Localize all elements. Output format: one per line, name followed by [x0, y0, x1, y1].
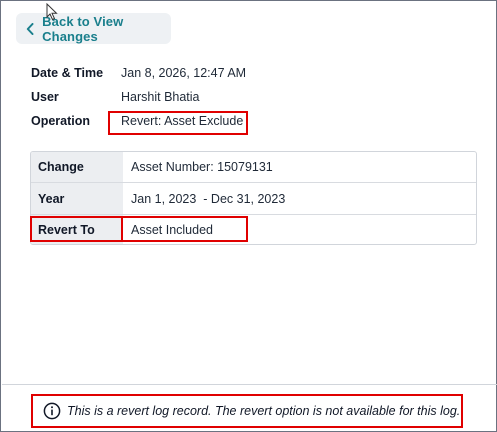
table-row: Change Asset Number: 15079131	[31, 152, 476, 182]
log-detail-panel: Back to View Changes Date & Time Jan 8, …	[0, 0, 497, 432]
operation-highlight-box	[108, 111, 248, 135]
footer-divider	[2, 384, 497, 385]
revert-to-key-highlight-box	[30, 216, 123, 242]
chevron-left-icon	[26, 22, 35, 35]
detail-value: Harshit Bhatia	[121, 90, 200, 104]
table-key: Change	[31, 152, 123, 182]
back-button-label: Back to View Changes	[42, 13, 124, 44]
revert-notice: This is a revert log record. The revert …	[31, 394, 463, 428]
info-circle-icon	[43, 402, 61, 420]
detail-row-date-time: Date & Time Jan 8, 2026, 12:47 AM	[31, 64, 246, 82]
detail-key: User	[31, 90, 59, 104]
table-value: Asset Number: 15079131	[131, 160, 273, 174]
back-to-view-changes-button[interactable]: Back to View Changes	[16, 13, 171, 44]
table-key: Year	[31, 183, 123, 214]
detail-row-user: User Harshit Bhatia	[31, 88, 200, 106]
table-value: Jan 1, 2023 - Dec 31, 2023	[131, 191, 286, 206]
table-row: Year Jan 1, 2023 - Dec 31, 2023	[31, 183, 476, 214]
detail-key: Date & Time	[31, 66, 104, 80]
notice-text: This is a revert log record. The revert …	[67, 404, 461, 418]
revert-to-value-highlight-box	[121, 216, 248, 242]
mouse-pointer-icon	[46, 2, 58, 21]
detail-value: Jan 8, 2026, 12:47 AM	[121, 66, 247, 80]
